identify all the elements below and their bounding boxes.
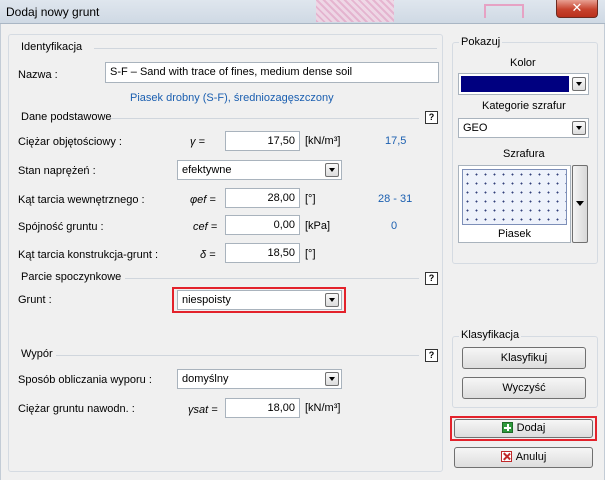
identification-header: Identyfikacja [21,41,83,53]
saturated-weight-symbol: γsat = [188,404,218,416]
hatch-name: Piasek [497,228,532,240]
color-swatch [461,76,569,92]
hatch-category-value: GEO [463,122,488,134]
help-icon[interactable]: ? [425,111,438,124]
friction-angle-input[interactable]: 28,00 [225,188,300,208]
wall-friction-label: Kąt tarcia konstrukcja-grunt : [18,249,159,261]
cancel-button-label: Anuluj [515,451,547,463]
hatch-dropdown-button[interactable] [572,165,588,243]
soil-type-select[interactable]: niespoisty [177,290,342,310]
hatch-preview[interactable]: Piasek [458,165,571,243]
dialog-body: Identyfikacja Nazwa : S-F – Sand with tr… [0,24,605,480]
hatch-pattern [462,169,567,225]
stress-state-value: efektywne [182,164,232,176]
friction-angle-unit: [°] [305,193,316,205]
uplift-method-label: Sposób obliczania wyporu : [18,374,152,386]
chevron-down-icon [572,77,586,91]
unit-weight-input[interactable]: 17,50 [225,131,300,151]
divider [56,355,419,356]
saturated-weight-input[interactable]: 18,00 [225,398,300,418]
name-label: Nazwa : [18,69,58,81]
friction-angle-symbol: φef = [190,194,216,206]
hatch-category-label: Kategorie szrafur [482,100,566,112]
divider [94,48,437,49]
friction-angle-label: Kąt tarcia wewnętrznego : [18,194,145,206]
chevron-down-icon [325,163,339,177]
cohesion-label: Spójność gruntu : [18,221,104,233]
wall-friction-unit: [°] [305,248,316,260]
wall-friction-symbol: δ = [200,249,216,261]
title-decoration-2 [484,4,524,18]
name-description: Piasek drobny (S-F), średniozagęszczony [130,92,334,104]
cohesion-symbol: cef = [193,221,218,233]
add-button-label: Dodaj [516,422,546,434]
window-title: Dodaj nowy grunt [6,5,100,19]
cancel-button[interactable]: Anuluj [454,447,593,468]
x-icon [500,451,512,462]
uplift-header: Wypór [21,348,53,360]
uplift-method-select[interactable]: domyślny [177,369,342,389]
plus-icon [501,422,513,433]
classification-header: Klasyfikacja [459,329,522,341]
unit-weight-label: Ciężar objętościowy : [18,136,122,148]
friction-angle-hint: 28 - 31 [378,193,413,205]
title-bar: Dodaj nowy grunt ✕ [0,0,605,24]
cohesion-input[interactable]: 0,00 [225,215,300,235]
color-select[interactable] [458,73,589,95]
hatch-category-select[interactable]: GEO [458,118,589,138]
saturated-weight-unit: [kN/m³] [305,402,341,414]
uplift-method-value: domyślny [182,373,229,385]
display-header: Pokazuj [459,36,503,48]
stress-state-label: Stan naprężeń : [18,165,96,177]
chevron-down-icon [572,121,586,135]
divider [111,118,419,119]
rest-pressure-header: Parcie spoczynkowe [21,271,122,283]
cohesion-unit: [kPa] [305,220,331,232]
divider [125,278,419,279]
help-icon[interactable]: ? [425,349,438,362]
help-icon[interactable]: ? [425,272,438,285]
close-button[interactable]: ✕ [556,0,598,18]
cohesion-hint: 0 [391,220,398,232]
title-decoration [316,0,394,22]
name-input[interactable]: S-F – Sand with trace of fines, medium d… [105,62,439,83]
hatch-label: Szrafura [503,148,545,160]
unit-weight-unit: [kN/m³] [305,135,341,147]
chevron-down-icon [325,372,339,386]
chevron-down-icon [325,293,339,307]
basic-header: Dane podstawowe [21,111,112,123]
soil-type-value: niespoisty [182,294,231,306]
close-icon: ✕ [571,0,583,15]
stress-state-select[interactable]: efektywne [177,160,342,180]
add-button[interactable]: Dodaj [454,419,593,438]
unit-weight-hint: 17,5 [385,135,407,147]
saturated-weight-label: Ciężar gruntu nawodn. : [18,403,135,415]
soil-type-label: Grunt : [18,294,52,306]
clear-button[interactable]: Wyczyść [462,377,586,399]
unit-weight-symbol: γ = [190,136,205,148]
classify-button[interactable]: Klasyfikuj [462,347,586,369]
chevron-down-icon [576,201,584,206]
wall-friction-input[interactable]: 18,50 [225,243,300,263]
color-label: Kolor [510,57,536,69]
